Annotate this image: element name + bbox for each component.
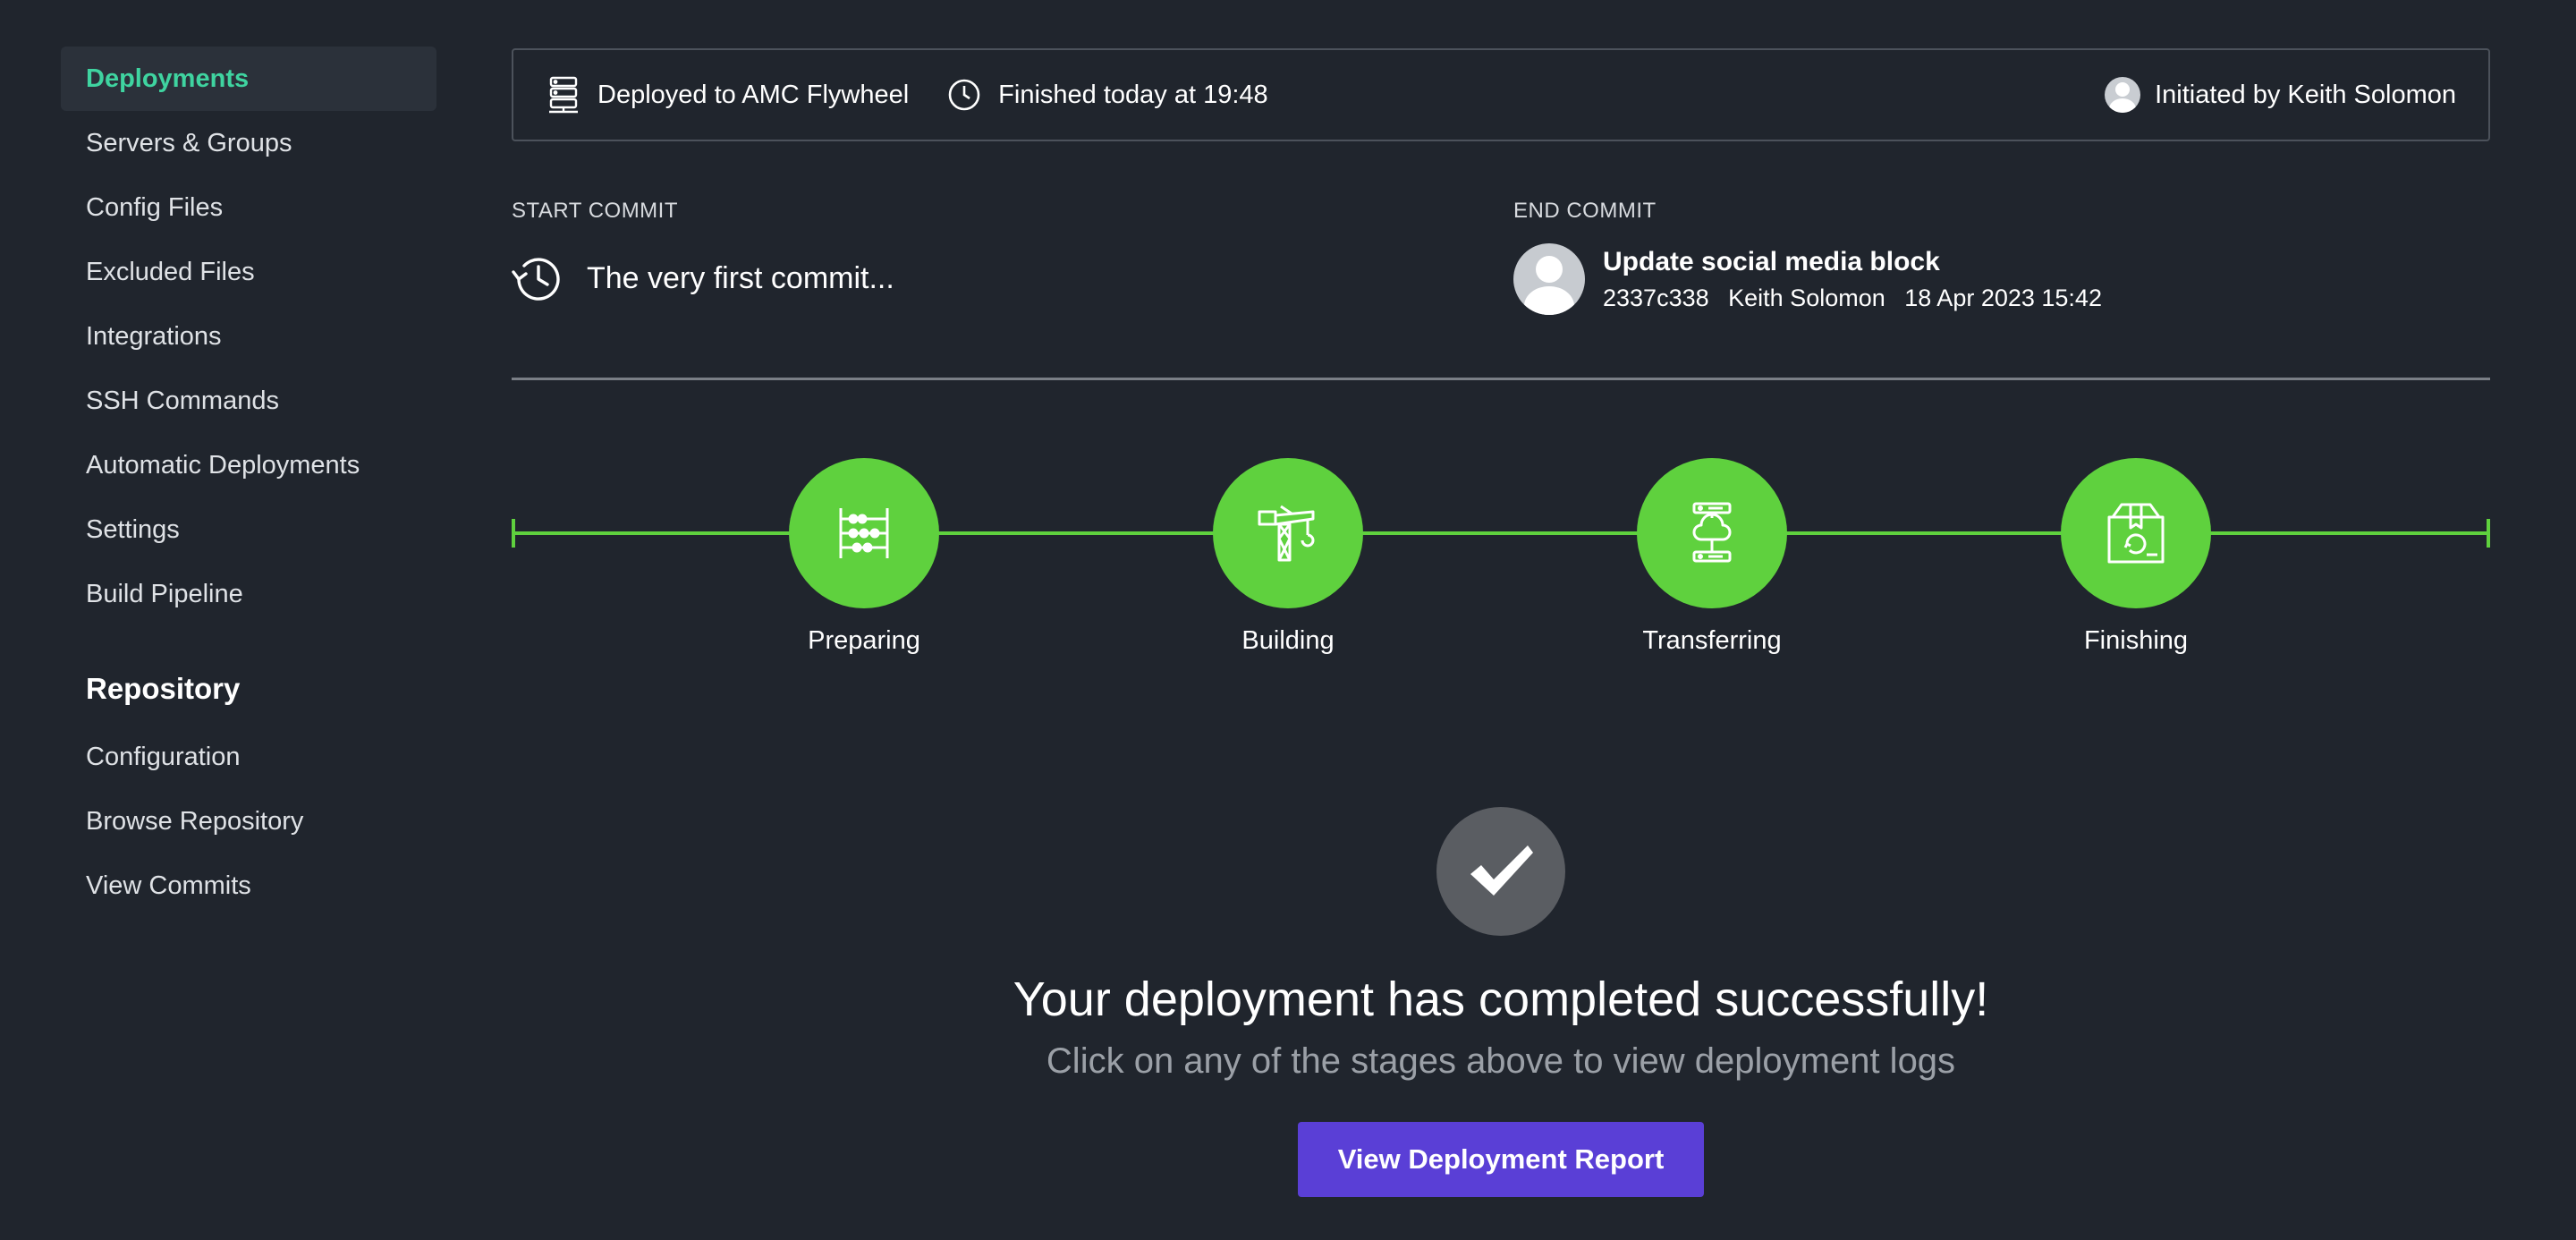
finished-time: Finished today at 19:48	[946, 77, 1268, 113]
commit-date: 18 Apr 2023 15:42	[1904, 285, 2102, 311]
stage-building-label: Building	[1241, 626, 1335, 655]
checkmark-icon	[1470, 845, 1533, 896]
stage-preparing-circle[interactable]	[789, 458, 939, 608]
stage-transferring-label: Transferring	[1642, 626, 1782, 655]
success-title: Your deployment has completed successful…	[1013, 972, 1989, 1026]
stage-finishing-circle[interactable]	[2061, 458, 2211, 608]
divider	[512, 378, 2490, 380]
sidebar-heading-repository: Repository	[86, 672, 241, 705]
commit-hash[interactable]: 2337c338	[1603, 285, 1709, 311]
end-commit-label: END COMMIT	[1513, 199, 1657, 223]
sidebar-item-settings[interactable]: Settings	[61, 497, 436, 562]
stage-preparing[interactable]: Preparing	[757, 458, 971, 656]
pipeline-end-cap	[2487, 519, 2490, 548]
end-commit-meta: 2337c338 Keith Solomon 18 Apr 2023 15:42	[1603, 285, 2114, 312]
sidebar-item-integrations[interactable]: Integrations	[61, 304, 436, 369]
history-icon	[512, 258, 560, 301]
sidebar: Deployments Servers & Groups Config File…	[61, 47, 436, 918]
sidebar-item-view-commits[interactable]: View Commits	[61, 854, 436, 918]
start-commit-label: START COMMIT	[512, 199, 678, 223]
start-commit-text: The very first commit...	[587, 261, 894, 295]
sidebar-item-ssh-commands[interactable]: SSH Commands	[61, 369, 436, 433]
package-icon	[2107, 503, 2165, 564]
commit-author-avatar	[1513, 243, 1585, 315]
initiated-by: Initiated by Keith Solomon	[2105, 77, 2456, 113]
commit-author: Keith Solomon	[1728, 285, 1885, 311]
sidebar-item-browse-repository[interactable]: Browse Repository	[61, 789, 436, 854]
deployed-to: Deployed to AMC Flywheel	[546, 75, 909, 115]
stage-transferring-circle[interactable]	[1637, 458, 1787, 608]
success-subtitle: Click on any of the stages above to view…	[1046, 1041, 1956, 1081]
abacus-icon	[839, 508, 889, 558]
pipeline-start-cap	[512, 519, 515, 548]
sidebar-item-config-files[interactable]: Config Files	[61, 175, 436, 240]
cloud-server-icon	[1692, 502, 1732, 563]
stage-transferring[interactable]: Transferring	[1605, 458, 1819, 656]
clock-icon	[948, 79, 980, 111]
server-icon	[549, 76, 578, 114]
end-commit-title[interactable]: Update social media block	[1603, 247, 1940, 277]
crane-icon	[1258, 505, 1315, 562]
sidebar-item-build-pipeline[interactable]: Build Pipeline	[61, 562, 436, 626]
sidebar-item-excluded-files[interactable]: Excluded Files	[61, 240, 436, 304]
view-deployment-report-button[interactable]: View Deployment Report	[1298, 1122, 1704, 1197]
stage-building[interactable]: Building	[1181, 458, 1395, 656]
stage-finishing[interactable]: Finishing	[2029, 458, 2243, 656]
deployment-info-bar: Deployed to AMC Flywheel Finished today …	[512, 48, 2490, 141]
stage-preparing-label: Preparing	[808, 626, 920, 655]
sidebar-item-servers-groups[interactable]: Servers & Groups	[61, 111, 436, 175]
success-check-icon	[1436, 807, 1565, 936]
sidebar-item-configuration[interactable]: Configuration	[61, 725, 436, 789]
stage-building-circle[interactable]	[1213, 458, 1363, 608]
finished-time-text: Finished today at 19:48	[998, 80, 1268, 109]
initiated-by-text: Initiated by Keith Solomon	[2155, 80, 2456, 109]
sidebar-item-automatic-deployments[interactable]: Automatic Deployments	[61, 433, 436, 497]
deployed-to-text: Deployed to AMC Flywheel	[597, 80, 910, 109]
sidebar-item-deployments[interactable]: Deployments	[61, 47, 436, 111]
avatar	[2105, 77, 2141, 113]
stage-finishing-label: Finishing	[2083, 626, 2189, 655]
